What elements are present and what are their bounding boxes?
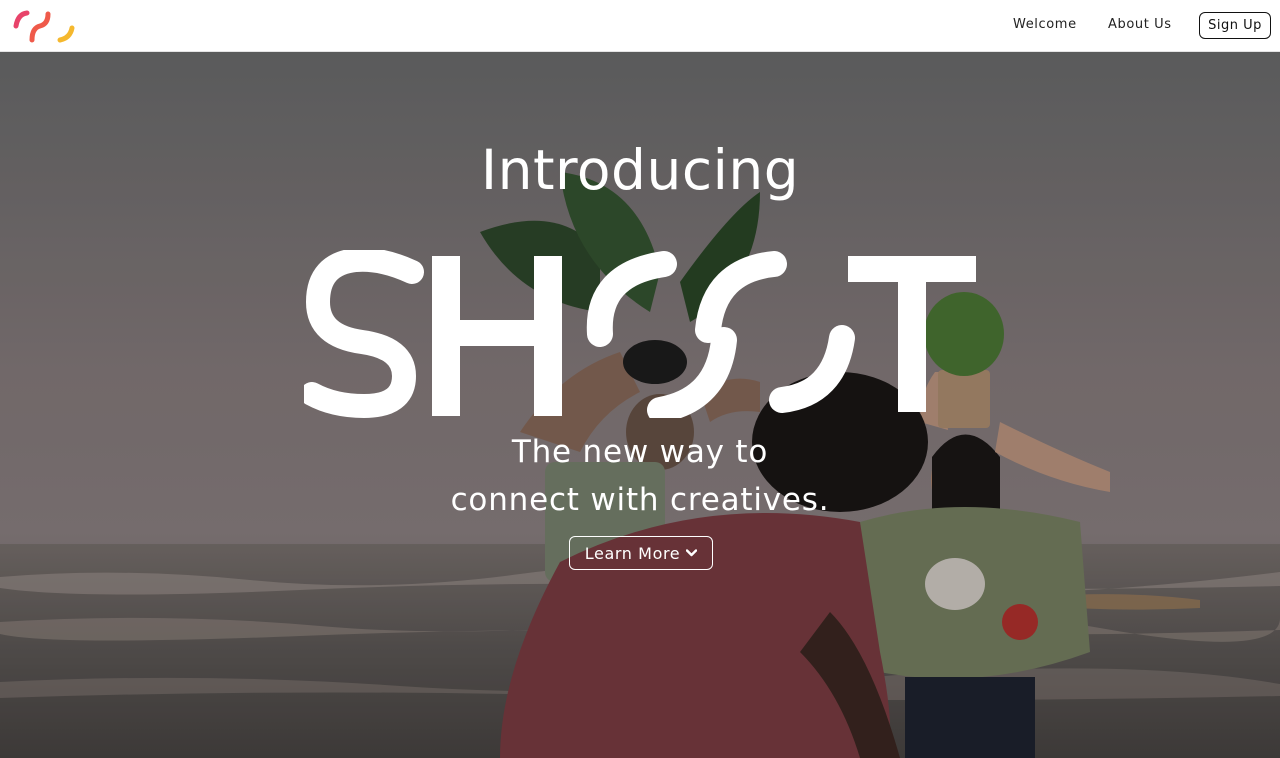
hero-section: Introducing The new way to connect with … <box>0 52 1280 758</box>
navbar: Welcome About Us Sign Up <box>0 0 1280 52</box>
shoot-logo-icon[interactable] <box>12 6 78 46</box>
sign-up-button[interactable]: Sign Up <box>1199 12 1271 39</box>
nav-link-welcome[interactable]: Welcome <box>1013 17 1077 32</box>
chevron-down-icon <box>686 548 698 559</box>
nav-link-about-us[interactable]: About Us <box>1108 17 1172 32</box>
learn-more-label: Learn More <box>584 543 681 563</box>
hero-tagline-line2: connect with creatives. <box>450 482 830 518</box>
hero-tagline-line1: The new way to <box>511 434 769 470</box>
hero-intro-heading: Introducing <box>480 138 800 202</box>
shoot-wordmark <box>304 250 976 418</box>
learn-more-button[interactable]: Learn More <box>569 536 713 570</box>
